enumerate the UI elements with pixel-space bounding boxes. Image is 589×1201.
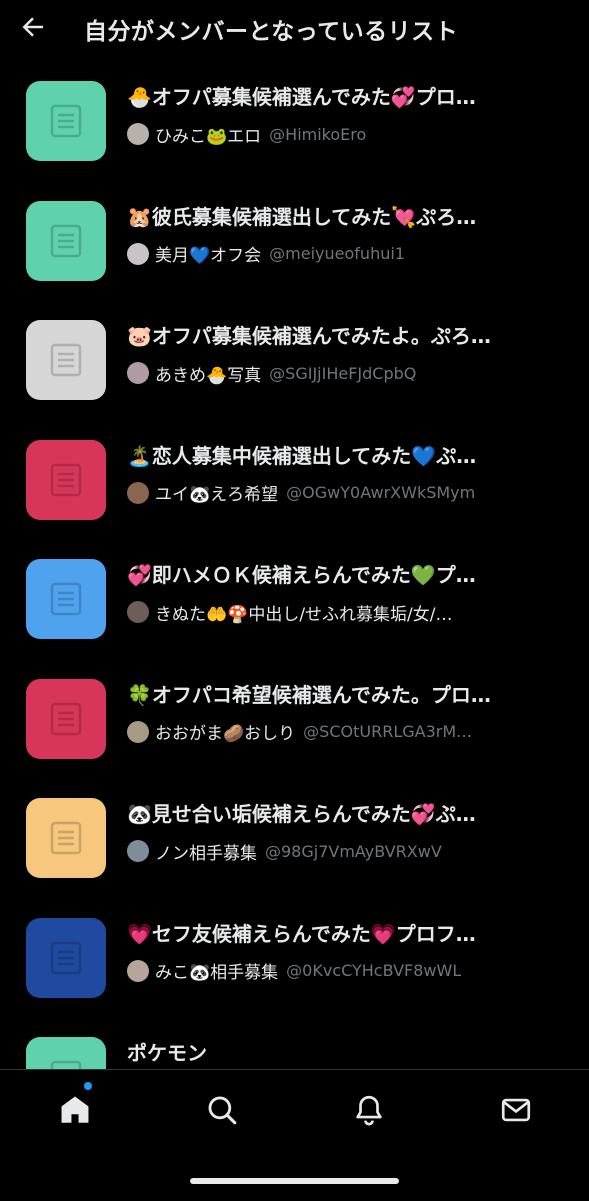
list-thumbnail	[26, 559, 106, 639]
home-icon	[61, 1096, 89, 1123]
owner-handle: @0KvcCYHcBVF8wWL	[286, 961, 462, 980]
list-title: 💗セフ友候補えらんでみた💗プロフ…	[127, 921, 476, 946]
lists-container: 🐣オフパ募集候補選んでみた💞プロ… ひみこ🐸エロ @HimikoEro 🐹彼氏募集候補…	[0, 61, 589, 1137]
page-title: 自分がメンバーとなっているリスト	[84, 19, 459, 45]
list-owner: きぬた🤲🍄中出し/せふれ募集垢/女/…	[127, 599, 567, 625]
owner-name: きぬた🤲🍄中出し/せふれ募集垢/女/…	[155, 604, 453, 625]
list-owner: ひみこ🐸エロ @HimikoEro	[127, 121, 567, 147]
list-item[interactable]: 💞即ハメＯＫ候補えらんでみた💚プ… きぬた🤲🍄中出し/せふれ募集垢/女/…	[0, 539, 589, 659]
list-thumbnail	[26, 798, 106, 878]
top-header: 自分がメンバーとなっているリスト	[0, 0, 589, 56]
list-item[interactable]: 🐷オフパ募集候補選んでみたよ。ぷろ… あきめ🐣写真 @SGIJjIHeFJdCpbQ	[0, 300, 589, 420]
list-owner: みこ🐼相手募集 @0KvcCYHcBVF8wWL	[127, 958, 567, 984]
list-item[interactable]: 🏝️恋人募集中候補選出してみた💙ぷ… ユイ🐼えろ希望 @OGwY0AwrXWkSMy…	[0, 420, 589, 540]
tab-search[interactable]	[202, 1090, 242, 1130]
mail-icon	[501, 1098, 531, 1122]
home-indicator	[190, 1178, 399, 1184]
avatar	[127, 242, 149, 265]
list-title: 🍀オフパコ希望候補選んでみた。プロ…	[127, 682, 491, 707]
list-title: ポケモン	[127, 1041, 207, 1065]
list-document-icon	[50, 821, 82, 855]
avatar	[127, 601, 149, 623]
tab-notifications[interactable]	[349, 1090, 389, 1130]
list-item[interactable]: 🐼見せ合い垢候補えらんでみた💞ぷ… ノン相手募集 @98Gj7VmAyBVRXwV	[0, 778, 589, 898]
list-title: 🐣オフパ募集候補選んでみた💞プロ…	[127, 85, 476, 109]
list-title: 🐼見せ合い垢候補えらんでみた💞ぷ…	[127, 802, 476, 826]
owner-name: ユイ🐼えろ希望	[155, 485, 279, 505]
list-owner: ノン相手募集 @98Gj7VmAyBVRXwV	[127, 838, 567, 864]
notification-dot	[84, 1082, 92, 1090]
avatar	[127, 959, 149, 982]
owner-name: みこ🐼相手募集	[155, 963, 279, 983]
owner-name: おおがま🥔おしり	[155, 724, 296, 744]
bell-icon	[356, 1095, 382, 1126]
list-document-icon	[50, 463, 82, 496]
list-title: 🐷オフパ募集候補選んでみたよ。ぷろ…	[127, 324, 491, 348]
list-document-icon	[50, 343, 82, 377]
owner-handle: @98Gj7VmAyBVRXwV	[265, 841, 442, 861]
owner-handle: @meiyueofuhui1	[269, 244, 405, 263]
list-item[interactable]: 🐣オフパ募集候補選んでみた💞プロ… ひみこ🐸エロ @HimikoEro	[0, 61, 589, 181]
list-thumbnail	[26, 678, 106, 759]
tab-messages[interactable]	[496, 1090, 536, 1130]
list-title: 🐹彼氏募集候補選出してみた💘ぷろ…	[127, 204, 477, 229]
list-title: 💞即ハメＯＫ候補えらんでみた💚プ…	[127, 563, 476, 587]
back-button[interactable]	[16, 10, 50, 44]
avatar	[127, 840, 149, 862]
list-document-icon	[50, 104, 82, 138]
avatar	[127, 720, 149, 743]
owner-handle: @OGwY0AwrXWkSMym	[286, 483, 476, 502]
owner-handle: @SCOtURRLGA3rM…	[303, 722, 473, 741]
list-item[interactable]: 🍀オフパコ希望候補選んでみた。プロ… おおがま🥔おしり @SCOtURRLGA3rM…	[0, 659, 589, 779]
list-thumbnail	[26, 200, 106, 281]
list-item[interactable]: 💗セフ友候補えらんでみた💗プロフ… みこ🐼相手募集 @0KvcCYHcBVF8wWL	[0, 898, 589, 1018]
tab-home[interactable]	[55, 1090, 95, 1130]
list-thumbnail	[26, 320, 106, 400]
owner-name: ノン相手募集	[155, 843, 257, 864]
arrow-left-icon	[22, 17, 43, 37]
search-icon	[208, 1096, 237, 1125]
avatar	[127, 123, 149, 145]
list-item[interactable]: 🐹彼氏募集候補選出してみた💘ぷろ… 美月💙オフ会 @meiyueofuhui1	[0, 181, 589, 301]
list-document-icon	[50, 582, 82, 616]
owner-name: ひみこ🐸エロ	[155, 126, 262, 147]
list-document-icon	[50, 702, 82, 735]
owner-name: あきめ🐣写真	[155, 365, 262, 386]
owner-name: 美月💙オフ会	[155, 246, 262, 266]
list-thumbnail	[26, 439, 106, 520]
list-owner: おおがま🥔おしり @SCOtURRLGA3rM…	[127, 719, 567, 745]
list-thumbnail	[26, 81, 106, 161]
list-thumbnail	[26, 917, 106, 998]
avatar	[127, 481, 149, 504]
list-owner: ユイ🐼えろ希望 @OGwY0AwrXWkSMym	[127, 480, 567, 506]
owner-handle: @HimikoEro	[269, 124, 367, 144]
list-owner: あきめ🐣写真 @SGIJjIHeFJdCpbQ	[127, 360, 567, 386]
list-owner: 美月💙オフ会 @meiyueofuhui1	[127, 241, 567, 267]
list-document-icon	[50, 224, 82, 257]
owner-handle: @SGIJjIHeFJdCpbQ	[269, 363, 417, 383]
avatar	[127, 362, 149, 384]
list-title: 🏝️恋人募集中候補選出してみた💙ぷ…	[127, 443, 477, 468]
list-document-icon	[50, 941, 82, 974]
